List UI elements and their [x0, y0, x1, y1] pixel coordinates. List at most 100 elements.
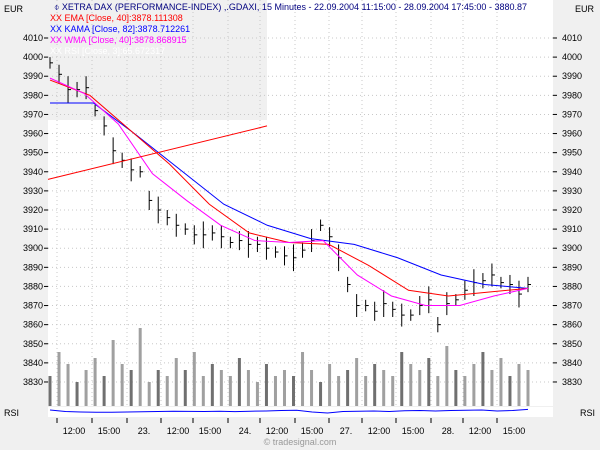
volume-bar: [192, 352, 196, 406]
volume-bar: [508, 376, 512, 406]
y-tick-left: 3950: [23, 148, 43, 158]
y-tick-left: 3930: [23, 186, 43, 196]
volume-bar: [255, 382, 259, 406]
volume-bar: [111, 340, 115, 406]
volume-bar: [147, 382, 151, 406]
volume-bar: [337, 376, 341, 406]
volume-bar: [427, 358, 431, 406]
y-tick-left: 3870: [23, 301, 43, 311]
volume-bar: [93, 358, 97, 406]
legend-marker-icon: XX: [50, 46, 65, 56]
x-tick-label: 15:00: [199, 426, 222, 436]
rsi-label-right: RSI: [580, 408, 595, 418]
x-tick-label: 27.: [340, 426, 353, 436]
volume-bar: [48, 376, 52, 406]
legend-entry: XX WMA [Close, 40]:3878.868915: [50, 35, 187, 45]
volume-bar: [84, 370, 88, 406]
y-tick-right: 3890: [562, 262, 582, 272]
y-tick-left: 3940: [23, 167, 43, 177]
y-tick-right: 3880: [562, 281, 582, 291]
volume-bar: [409, 364, 413, 406]
volume-bar: [210, 364, 214, 406]
volume-bar: [328, 364, 332, 406]
y-tick-left: 3860: [23, 320, 43, 330]
volume-bar: [273, 376, 277, 406]
volume-bar: [355, 358, 359, 406]
volume-bar: [282, 370, 286, 406]
x-tick-label: 15:00: [402, 426, 425, 436]
y-tick-left: 3830: [23, 377, 43, 387]
volume-bar: [490, 370, 494, 406]
x-tick-label: 12:00: [469, 426, 492, 436]
y-tick-left: 3960: [23, 129, 43, 139]
y-tick-left: 3880: [23, 281, 43, 291]
volume-bar: [310, 370, 314, 406]
volume-bar: [463, 376, 467, 406]
x-tick-label: 23.: [138, 426, 151, 436]
y-tick-right: 3940: [562, 167, 582, 177]
y-tick-left: 3850: [23, 339, 43, 349]
y-tick-right: 3980: [562, 90, 582, 100]
volume-bar: [246, 370, 250, 406]
x-tick-label: 12:00: [167, 426, 190, 436]
x-tick-label: 15:00: [301, 426, 324, 436]
y-tick-right: 3920: [562, 205, 582, 215]
y-tick-left: 4000: [23, 52, 43, 62]
volume-bar: [454, 370, 458, 406]
copyright: © tradesignal.com: [264, 437, 337, 447]
y-tick-right: 3840: [562, 358, 582, 368]
volume-bar: [66, 364, 70, 406]
volume-bar: [436, 376, 440, 406]
volume-bar: [156, 370, 160, 406]
y-tick-right: 3870: [562, 301, 582, 311]
volume-bar: [418, 370, 422, 406]
y-tick-right: 3950: [562, 148, 582, 158]
y-tick-right: 3930: [562, 186, 582, 196]
y-tick-left: 3890: [23, 262, 43, 272]
y-tick-left: 4010: [23, 33, 43, 43]
chart-title: ⌽ XETRA DAX (PERFORMANCE-INDEX) ,.GDAXI,…: [54, 2, 527, 12]
volume-bar: [382, 370, 386, 406]
volume-bar: [319, 382, 323, 406]
legend-marker-icon: XX: [50, 24, 65, 34]
x-tick-label: 15:00: [503, 426, 526, 436]
volume-bar: [129, 370, 133, 406]
currency-left: EUR: [4, 4, 24, 14]
x-tick-label: 15:00: [98, 426, 121, 436]
volume-bar: [526, 370, 530, 406]
volume-bar: [301, 352, 305, 406]
chart[interactable]: 4010 4010 4000 4000 3990 3990 3980 3980 3970 3970…: [0, 0, 600, 450]
volume-bar: [183, 370, 187, 406]
y-tick-right: 3970: [562, 109, 582, 119]
volume-bar: [237, 358, 241, 406]
y-tick-left: 3990: [23, 71, 43, 81]
volume-bar: [391, 376, 395, 406]
y-tick-left: 3840: [23, 358, 43, 368]
y-tick-left: 3980: [23, 90, 43, 100]
volume-bar: [264, 364, 268, 406]
y-tick-right: 3850: [562, 339, 582, 349]
volume-bar: [445, 346, 449, 406]
y-tick-left: 3910: [23, 224, 43, 234]
volume-bar: [481, 352, 485, 406]
x-tick-label: 28.: [442, 426, 455, 436]
volume-bar: [517, 364, 521, 406]
y-tick-right: 4000: [562, 52, 582, 62]
legend-entry: XX RSI [Close, 3]:65.672317: [50, 46, 165, 56]
volume-bar: [228, 376, 232, 406]
x-tick-label: 12:00: [266, 426, 289, 436]
y-tick-left: 3970: [23, 109, 43, 119]
volume-bar: [120, 364, 124, 406]
x-tick-label: 12:00: [63, 426, 86, 436]
currency-right: EUR: [575, 4, 595, 14]
y-tick-right: 3910: [562, 224, 582, 234]
y-tick-right: 3990: [562, 71, 582, 81]
legend-entry: XX KAMA [Close, 82]:3878.712261: [50, 24, 190, 34]
volume-bar: [499, 358, 503, 406]
legend-entry: XX EMA [Close, 40]:3878.111308: [50, 13, 183, 23]
chart-window: 4010 4010 4000 4000 3990 3990 3980 3980 3970 3970…: [0, 0, 600, 450]
volume-bar: [75, 382, 79, 406]
x-tick-label: 24.: [239, 426, 252, 436]
y-tick-right: 3960: [562, 129, 582, 139]
rsi-label-left: RSI: [4, 408, 19, 418]
